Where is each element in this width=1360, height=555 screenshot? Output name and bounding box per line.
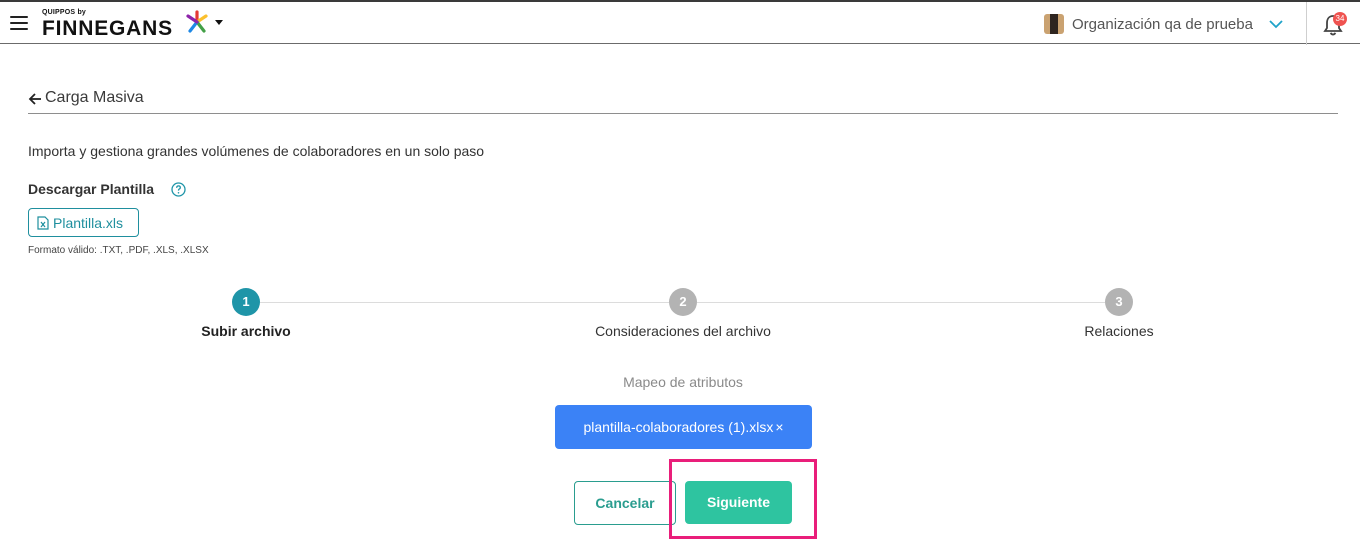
download-template-label: Plantilla.xls	[53, 214, 124, 231]
header-divider	[1306, 2, 1307, 45]
top-bar: QUIPPOS by FINNEGANS Organización qa de …	[0, 0, 1360, 45]
org-name: Organización qa de prueba	[1072, 15, 1253, 33]
remove-file-icon[interactable]: ×	[775, 419, 783, 435]
step-2-indicator: 2	[669, 288, 697, 316]
step-connector	[697, 302, 1105, 303]
page-title: Carga Masiva	[45, 89, 144, 106]
next-button[interactable]: Siguiente	[685, 481, 792, 524]
menu-icon[interactable]	[10, 16, 28, 30]
format-note: Formato válido: .TXT, .PDF, .XLS, .XLSX	[28, 245, 209, 256]
caret-down-icon[interactable]	[215, 20, 223, 25]
org-avatar	[1044, 14, 1064, 34]
help-icon[interactable]	[171, 182, 186, 197]
back-arrow-icon[interactable]	[28, 92, 42, 106]
download-template-button[interactable]: Plantilla.xls	[28, 208, 139, 237]
page-header: Carga Masiva	[28, 88, 1338, 114]
step-connector	[260, 302, 669, 303]
organization-selector[interactable]: Organización qa de prueba	[1044, 11, 1283, 37]
file-excel-icon	[37, 215, 49, 230]
step-1-indicator: 1	[232, 288, 260, 316]
brand-tagline: QUIPPOS by	[42, 9, 87, 16]
template-section-title: Descargar Plantilla	[28, 181, 155, 197]
page-subtitle: Importa y gestiona grandes volúmenes de …	[28, 143, 485, 159]
step-3-label: Relaciones	[1084, 323, 1154, 339]
uploaded-file-chip: plantilla-colaboradores (1).xlsx ×	[555, 405, 812, 449]
mapping-label: Mapeo de atributos	[623, 374, 743, 390]
step-3-indicator: 3	[1105, 288, 1133, 316]
brand-logo[interactable]: QUIPPOS by FINNEGANS	[42, 8, 232, 42]
step-1-label: Subir archivo	[201, 323, 291, 339]
uploaded-file-name: plantilla-colaboradores (1).xlsx	[583, 419, 774, 435]
step-2-label: Consideraciones del archivo	[595, 323, 771, 339]
brand-star-icon	[186, 10, 208, 33]
notification-badge: 34	[1333, 12, 1347, 26]
cancel-button[interactable]: Cancelar	[574, 481, 676, 525]
chevron-down-icon	[1269, 20, 1283, 29]
brand-name: FINNEGANS	[42, 17, 173, 40]
